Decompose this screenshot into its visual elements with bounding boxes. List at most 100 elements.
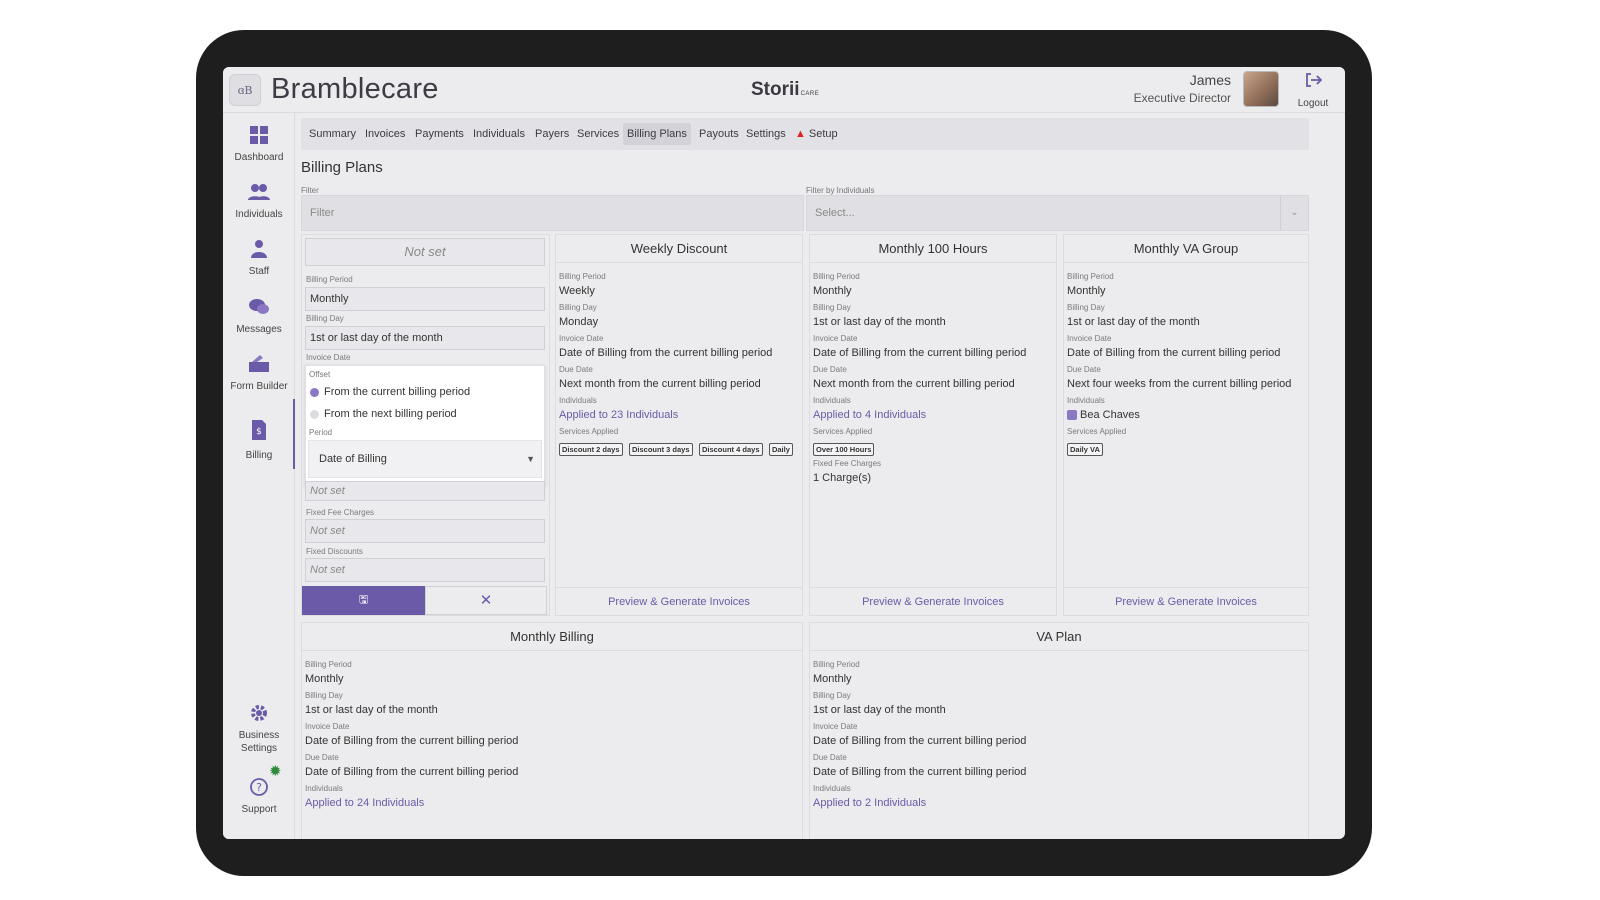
tab-settings[interactable]: Settings (742, 123, 790, 145)
staff-icon (248, 239, 270, 261)
billing-day-label: Billing Day (305, 691, 343, 700)
offset-next-option[interactable]: From the next billing period (310, 408, 457, 420)
tab-individuals[interactable]: Individuals (469, 123, 529, 145)
caret-down-icon: ▼ (526, 454, 535, 464)
tab-payers[interactable]: Payers (531, 123, 573, 145)
invoice-date-value: Date of Billing from the current billing… (1067, 347, 1281, 359)
fixed-discounts-field[interactable]: Not set (305, 558, 545, 582)
sidebar-item-messages[interactable]: Messages (223, 297, 295, 336)
tab-setup[interactable]: ▲ Setup (791, 123, 842, 145)
services-chips: Over 100 Hours (813, 439, 1053, 460)
radio-unselected[interactable] (310, 409, 319, 419)
services-chips: Daily VA (1067, 439, 1305, 460)
org-logo[interactable]: ɞB (229, 74, 261, 106)
tab-invoices[interactable]: Invoices (361, 123, 409, 145)
billing-day-value: Monday (559, 316, 599, 328)
sidebar-item-individuals[interactable]: Individuals (223, 182, 295, 221)
plan-card-monthly-va-group: Monthly VA Group Billing Period Monthly … (1063, 234, 1309, 616)
app-header: ɞB Bramblecare StoriiCARE James Executiv… (223, 67, 1345, 113)
invoice-date-value: Date of Billing from the current billing… (813, 347, 1027, 359)
billing-period-field[interactable]: Monthly (305, 287, 545, 311)
tab-bar: Summary Invoices Payments Individuals Pa… (301, 118, 1309, 150)
billing-period-label: Billing Period (559, 272, 606, 281)
tab-services[interactable]: Services (573, 123, 623, 145)
billing-day-value: 1st or last day of the month (813, 316, 946, 328)
sidebar-item-staff[interactable]: Staff (223, 239, 295, 278)
filter-label: Filter (301, 186, 319, 195)
offset-next-label: From the next billing period (324, 408, 457, 420)
sidebar-item-label: Messages (236, 324, 282, 335)
invoice-date-value: Date of Billing from the current billing… (305, 735, 519, 747)
user-name: James (1189, 72, 1231, 88)
due-date-field[interactable]: Not set (305, 481, 545, 501)
brand-sub: CARE (800, 91, 820, 97)
billing-period-value: Monthly (305, 673, 344, 685)
billing-period-value: Monthly (813, 673, 852, 685)
plan-card-monthly-100-hours: Monthly 100 Hours Billing Period Monthly… (809, 234, 1057, 616)
preview-generate-button[interactable]: Preview & Generate Invoices (1064, 587, 1308, 615)
individuals-link[interactable]: Applied to 24 Individuals (305, 794, 799, 812)
invoice-date-label: Invoice Date (813, 334, 858, 343)
cancel-button[interactable]: ✕ (425, 586, 547, 615)
filter-by-select[interactable]: Select... ⌄ (806, 195, 1309, 231)
app-screen: ɞB Bramblecare StoriiCARE James Executiv… (223, 67, 1345, 839)
plan-title: Monthly 100 Hours (810, 235, 1056, 263)
dashboard-icon (248, 125, 270, 147)
individual-item[interactable]: Bea Chaves (1067, 406, 1305, 424)
invoice-date-popover: Offset From the current billing period F… (305, 365, 545, 487)
tab-summary[interactable]: Summary (305, 123, 360, 145)
individuals-link[interactable]: Applied to 2 Individuals (813, 794, 1305, 812)
tab-billing-plans[interactable]: Billing Plans (623, 123, 691, 145)
sidebar-item-business-settings[interactable]: Business Settings (223, 703, 295, 755)
radio-selected[interactable] (310, 387, 319, 397)
brand-logo: StoriiCARE (751, 79, 819, 101)
billing-day-label: Billing Day (559, 303, 597, 312)
individual-name: Bea Chaves (1080, 409, 1140, 421)
service-chip: Discount 2 days (559, 443, 623, 456)
logout-button[interactable]: Logout (1291, 71, 1335, 111)
user-role: Executive Director (1133, 91, 1231, 105)
individuals-label: Individuals (559, 396, 597, 405)
fixed-fee-value: 1 Charge(s) (813, 472, 872, 484)
individuals-icon (248, 182, 270, 204)
active-indicator (293, 399, 295, 469)
tab-payments[interactable]: Payments (411, 123, 468, 145)
preview-generate-button[interactable]: Preview & Generate Invoices (810, 587, 1056, 615)
billing-day-field[interactable]: 1st or last day of the month (305, 326, 545, 350)
plan-card-monthly-billing: Monthly Billing Billing Period Monthly B… (301, 622, 803, 839)
plan-title-input[interactable]: Not set (305, 238, 545, 266)
gear-icon (248, 703, 270, 725)
billing-day-label: Billing Day (1067, 303, 1105, 312)
avatar[interactable] (1243, 71, 1279, 107)
preview-generate-button[interactable]: Preview & Generate Invoices (556, 587, 802, 615)
individuals-label: Individuals (813, 396, 851, 405)
individuals-link[interactable]: Applied to 23 Individuals (559, 406, 799, 424)
save-button[interactable]: 🖫 (302, 586, 425, 615)
billing-period-label: Billing Period (306, 275, 353, 284)
invoice-date-label: Invoice Date (306, 353, 351, 362)
sidebar-item-billing[interactable]: $ Billing (223, 419, 295, 462)
sidebar-item-dashboard[interactable]: Dashboard (223, 125, 295, 164)
help-icon: ? (248, 777, 270, 799)
org-name: Bramblecare (271, 73, 439, 105)
billing-period-label: Billing Period (813, 272, 860, 281)
billing-icon: $ (248, 419, 270, 441)
sidebar-item-form-builder[interactable]: Form Builder (223, 354, 295, 393)
due-date-label: Due Date (1067, 365, 1101, 374)
filter-input[interactable]: Filter (301, 195, 804, 231)
messages-icon (248, 297, 270, 319)
sidebar-item-support[interactable]: ? Support (223, 777, 295, 816)
individuals-link[interactable]: Applied to 4 Individuals (813, 406, 1053, 424)
invoice-date-label: Invoice Date (813, 722, 858, 731)
tab-payouts[interactable]: Payouts (695, 123, 743, 145)
offset-current-option[interactable]: From the current billing period (310, 386, 470, 398)
billing-period-label: Billing Period (305, 660, 352, 669)
plan-title: VA Plan (810, 623, 1308, 651)
fixed-fee-field[interactable]: Not set (305, 519, 545, 543)
period-select[interactable]: Date of Billing ▼ (308, 440, 542, 478)
billing-period-label: Billing Period (813, 660, 860, 669)
due-date-value: Date of Billing from the current billing… (305, 766, 519, 778)
filter-by-label: Filter by Individuals (806, 186, 875, 195)
sidebar-item-label: Individuals (235, 209, 283, 220)
plan-title: Monthly Billing (302, 623, 802, 651)
